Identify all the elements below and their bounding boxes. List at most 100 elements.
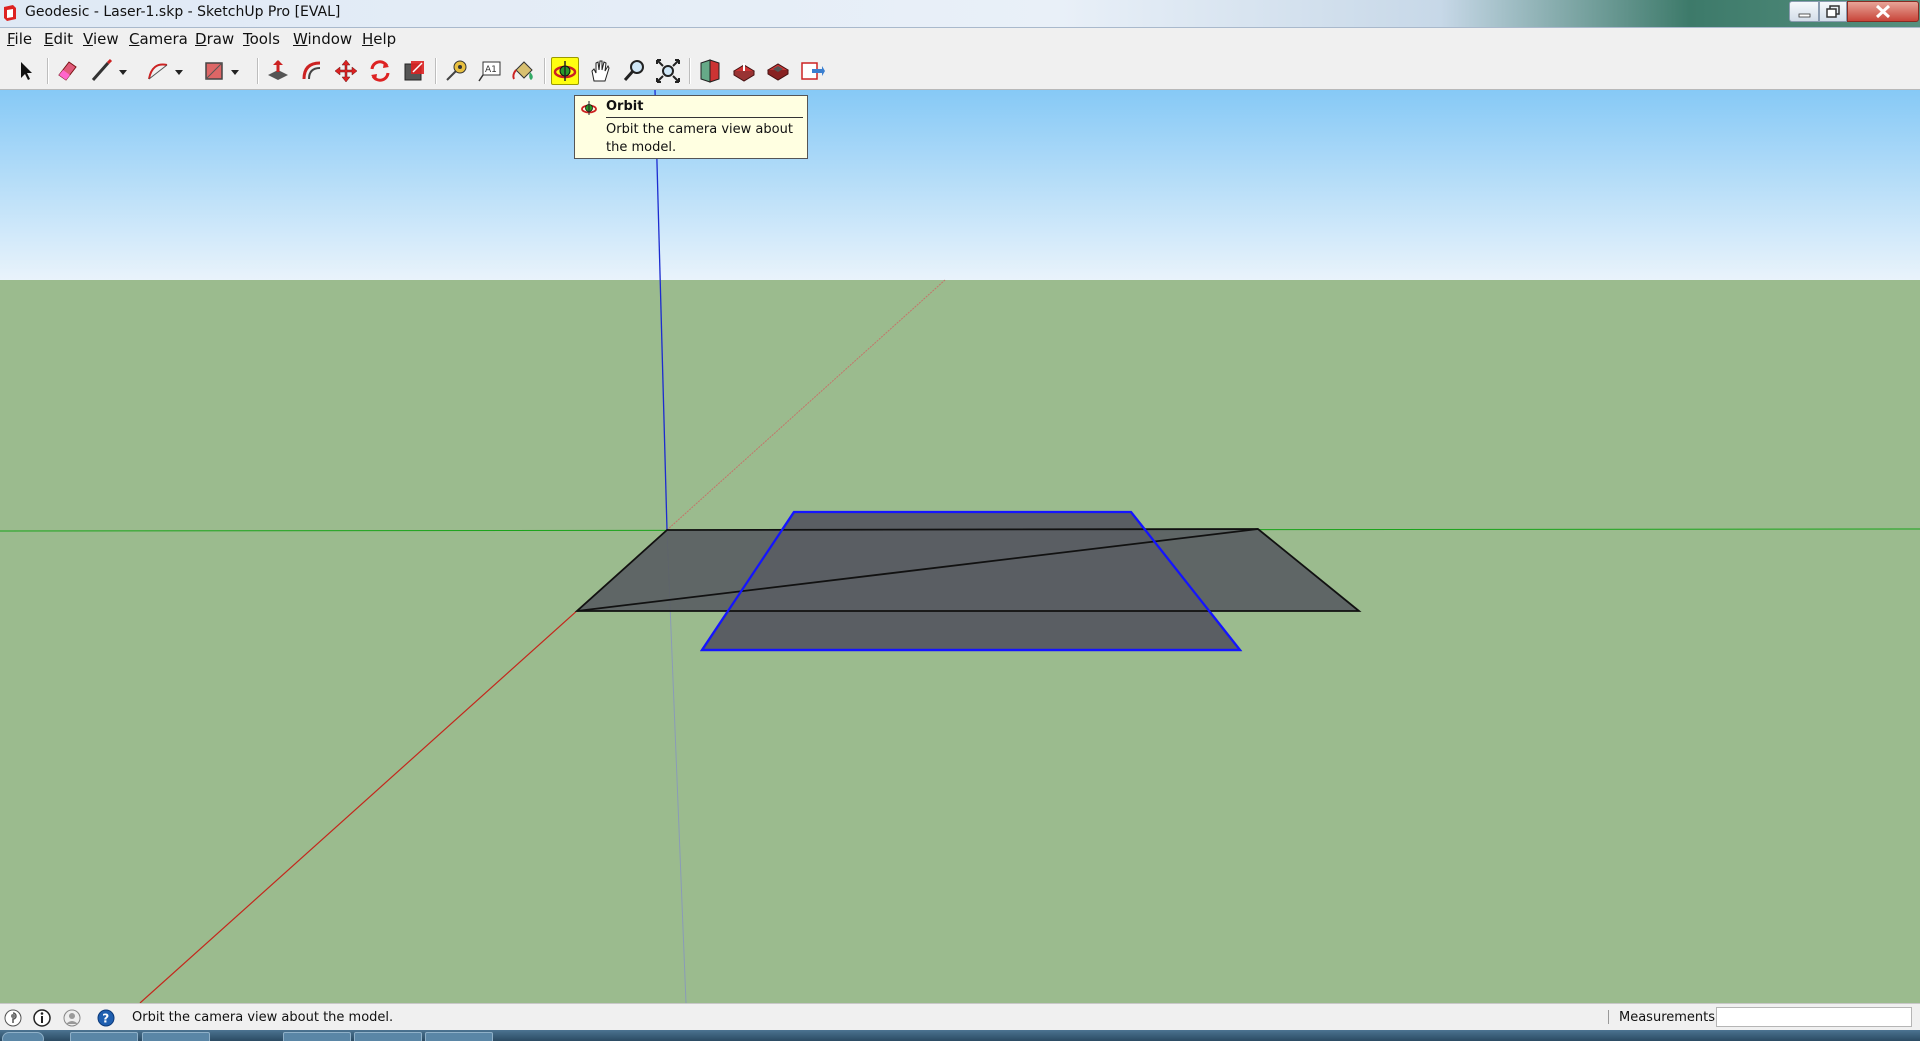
toolbar-separator — [257, 58, 259, 84]
taskbar-item[interactable] — [354, 1032, 422, 1041]
text-tool-icon: A1 — [478, 61, 501, 82]
menu-draw[interactable]: Draw — [195, 30, 234, 48]
zoom-extents-tool-button[interactable] — [654, 57, 682, 85]
taskbar-item[interactable] — [70, 1032, 138, 1041]
line-tool-dropdown[interactable] — [116, 57, 132, 85]
start-button[interactable] — [2, 1032, 44, 1041]
taskbar-item[interactable] — [142, 1032, 210, 1041]
extension-warehouse-button[interactable] — [798, 57, 826, 85]
toolbar-separator — [435, 58, 437, 84]
menu-file[interactable]: File — [7, 30, 32, 48]
sky — [0, 90, 1920, 280]
arc-tool-button[interactable] — [144, 57, 172, 85]
menu-edit[interactable]: Edit — [44, 30, 73, 48]
orbit-tooltip: Orbit Orbit the camera view about the mo… — [574, 95, 808, 159]
status-message: Orbit the camera view about the model. — [132, 1010, 394, 1025]
offset-tool-icon — [302, 61, 321, 80]
paint-bucket-tool-button[interactable] — [510, 57, 538, 85]
rectangle-tool-button[interactable] — [200, 57, 228, 85]
sketchup-logo-icon — [4, 5, 16, 21]
user-button[interactable] — [63, 1009, 81, 1027]
zoom-tool-icon — [623, 60, 644, 81]
ground-face[interactable] — [574, 528, 1362, 612]
3d-warehouse-button[interactable] — [696, 57, 724, 85]
extension-warehouse-icon — [801, 62, 825, 80]
taskbar-item[interactable] — [425, 1032, 493, 1041]
tape-measure-tool-button[interactable] — [442, 57, 470, 85]
pan-tool-button[interactable] — [586, 57, 614, 85]
select-tool-button[interactable] — [11, 57, 39, 85]
zoom-tool-button[interactable] — [620, 57, 648, 85]
minimize-button[interactable] — [1789, 1, 1819, 22]
menu-camera[interactable]: Camera — [129, 30, 188, 48]
main-toolbar: A1 — [0, 50, 1920, 90]
model-scene — [0, 90, 1920, 1003]
measurements-label: Measurements — [1619, 1010, 1716, 1025]
tooltip-divider — [606, 117, 803, 118]
window-title: Geodesic - Laser-1.skp - SketchUp Pro [E… — [25, 4, 341, 20]
chevron-down-icon — [175, 70, 183, 75]
push-pull-tool-icon — [268, 60, 288, 80]
share-component-icon — [767, 63, 789, 81]
rectangle-tool-dropdown[interactable] — [228, 57, 244, 85]
tooltip-title: Orbit — [606, 99, 644, 114]
scale-tool-icon — [404, 61, 424, 81]
offset-tool-button[interactable] — [298, 57, 326, 85]
drawing-viewport[interactable] — [0, 90, 1920, 1003]
rotate-tool-icon — [370, 60, 390, 82]
restore-button[interactable] — [1819, 1, 1847, 22]
toolbar-separator — [47, 58, 49, 84]
paint-bucket-tool-icon — [512, 61, 533, 80]
pan-tool-icon — [591, 60, 610, 82]
measurements-separator — [1608, 1010, 1609, 1024]
geo-location-icon — [4, 1009, 22, 1027]
orbit-tool-icon — [553, 61, 577, 81]
share-model-button[interactable] — [730, 57, 758, 85]
share-component-button[interactable] — [764, 57, 792, 85]
orbit-tool-button[interactable] — [551, 57, 579, 85]
eraser-tool-icon — [58, 61, 77, 81]
move-tool-button[interactable] — [332, 57, 360, 85]
geo-location-button[interactable] — [4, 1009, 22, 1027]
eraser-tool-button[interactable] — [53, 57, 81, 85]
close-button[interactable] — [1847, 1, 1919, 22]
scale-tool-button[interactable] — [400, 57, 428, 85]
menu-help[interactable]: Help — [362, 30, 396, 48]
line-tool-icon — [91, 58, 113, 81]
title-bar: Geodesic - Laser-1.skp - SketchUp Pro [E… — [0, 0, 1920, 28]
svg-text:A1: A1 — [485, 65, 497, 75]
taskbar-item[interactable] — [283, 1032, 351, 1041]
measurements-input[interactable] — [1716, 1007, 1912, 1027]
toolbar-separator — [689, 58, 691, 84]
credits-icon — [33, 1009, 51, 1027]
help-button[interactable]: ? — [97, 1009, 115, 1027]
line-tool-button[interactable] — [88, 57, 116, 85]
zoom-extents-tool-icon — [656, 59, 680, 83]
close-icon — [1875, 4, 1891, 19]
menu-window[interactable]: Window — [293, 30, 352, 48]
chevron-down-icon — [119, 70, 127, 75]
toolbar-separator — [544, 58, 546, 84]
text-tool-button[interactable]: A1 — [476, 57, 504, 85]
orbit-icon — [581, 101, 597, 115]
tooltip-description: Orbit the camera view about the model. — [606, 122, 793, 155]
chevron-down-icon — [231, 70, 239, 75]
menu-tools[interactable]: Tools — [243, 30, 280, 48]
rotate-tool-button[interactable] — [366, 57, 394, 85]
3d-warehouse-icon — [700, 59, 720, 83]
credits-button[interactable] — [33, 1009, 51, 1027]
menu-bar: File Edit View Camera Draw Tools Window … — [0, 28, 1920, 50]
arc-tool-dropdown[interactable] — [172, 57, 188, 85]
taskbar — [0, 1030, 1920, 1041]
rectangle-tool-icon — [205, 62, 223, 80]
move-tool-icon — [334, 59, 358, 83]
svg-text:?: ? — [102, 1012, 109, 1026]
tape-measure-tool-icon — [446, 60, 467, 81]
select-tool-icon — [21, 62, 32, 80]
arc-tool-icon — [148, 63, 168, 80]
help-icon: ? — [97, 1009, 115, 1027]
user-icon — [63, 1009, 81, 1027]
push-pull-tool-button[interactable] — [264, 57, 292, 85]
menu-view[interactable]: View — [83, 30, 119, 48]
share-model-icon — [733, 63, 755, 82]
